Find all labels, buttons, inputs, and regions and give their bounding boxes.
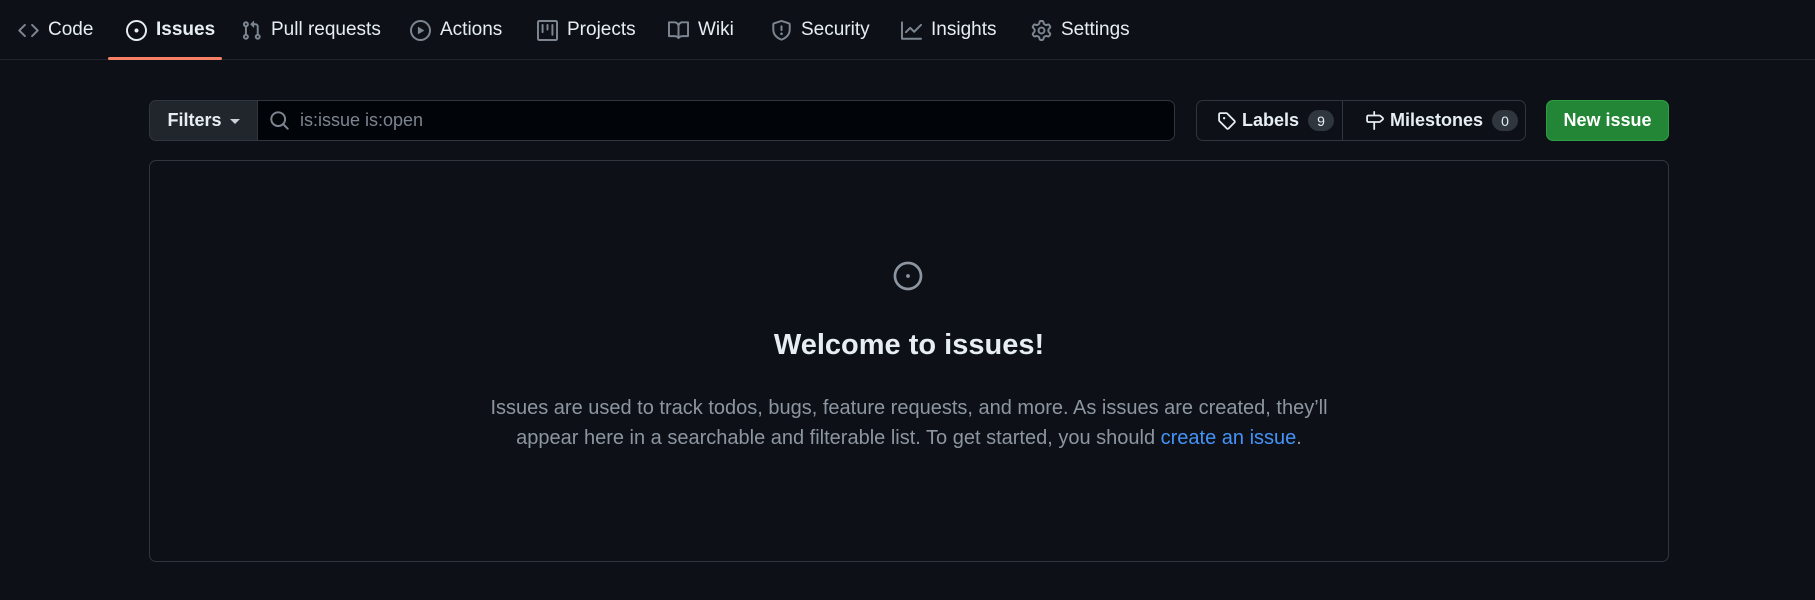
filters-button[interactable]: Filters	[149, 100, 258, 141]
graph-icon	[901, 20, 922, 41]
tab-label: Code	[48, 19, 94, 40]
search-icon	[269, 110, 290, 131]
labels-label: Labels	[1242, 110, 1300, 130]
git-pull-request-icon	[241, 20, 262, 41]
milestone-icon	[1365, 111, 1384, 130]
tab-actions[interactable]: Actions	[410, 0, 502, 60]
blankslate-text-end: .	[1296, 427, 1302, 449]
tab-projects[interactable]: Projects	[537, 0, 636, 60]
tab-insights[interactable]: Insights	[901, 0, 996, 60]
repo-nav: Code Issues Pull requests Actions Projec…	[0, 0, 1815, 60]
new-issue-button[interactable]: New issue	[1546, 100, 1669, 141]
tab-label: Actions	[440, 19, 503, 40]
caret-down-icon	[229, 119, 240, 124]
labels-button[interactable]: Labels 9	[1197, 101, 1343, 140]
milestones-count: 0	[1492, 110, 1519, 131]
search-input[interactable]	[290, 101, 1174, 140]
tab-label: Security	[801, 19, 870, 40]
issue-opened-icon	[893, 261, 923, 291]
shield-icon	[771, 19, 792, 41]
milestones-button[interactable]: Milestones 0	[1343, 101, 1534, 140]
tab-label: Pull requests	[271, 19, 381, 40]
labels-count: 9	[1308, 110, 1335, 131]
blankslate-title: Welcome to issues!	[773, 329, 1045, 361]
issues-blankslate: Welcome to issues! Issues are used to tr…	[149, 160, 1669, 562]
labels-milestones-group: Labels 9 Milestones 0	[1196, 100, 1526, 141]
gear-icon	[1031, 19, 1052, 41]
tab-security[interactable]: Security	[771, 0, 870, 60]
tab-label: Settings	[1061, 19, 1130, 40]
tab-label: Wiki	[698, 19, 734, 40]
tab-wiki[interactable]: Wiki	[668, 0, 734, 60]
tab-issues[interactable]: Issues	[126, 0, 215, 60]
code-icon	[18, 20, 39, 41]
tab-label: Insights	[931, 19, 997, 40]
tab-pull-requests[interactable]: Pull requests	[241, 0, 381, 60]
tab-label: Issues	[156, 19, 216, 40]
issue-search[interactable]	[257, 100, 1175, 141]
tab-settings[interactable]: Settings	[1031, 0, 1130, 60]
tag-icon	[1217, 111, 1236, 130]
play-icon	[410, 19, 431, 41]
active-tab-indicator	[108, 57, 222, 60]
tab-code[interactable]: Code	[18, 0, 93, 60]
blankslate-description: Issues are used to track todos, bugs, fe…	[480, 393, 1338, 453]
milestones-label: Milestones	[1390, 110, 1484, 130]
filters-label: Filters	[167, 110, 222, 130]
tab-label: Projects	[567, 19, 636, 40]
create-issue-link[interactable]: create an issue	[1161, 427, 1297, 449]
issue-opened-icon	[126, 19, 147, 41]
table-icon	[537, 19, 558, 41]
book-icon	[668, 20, 689, 41]
